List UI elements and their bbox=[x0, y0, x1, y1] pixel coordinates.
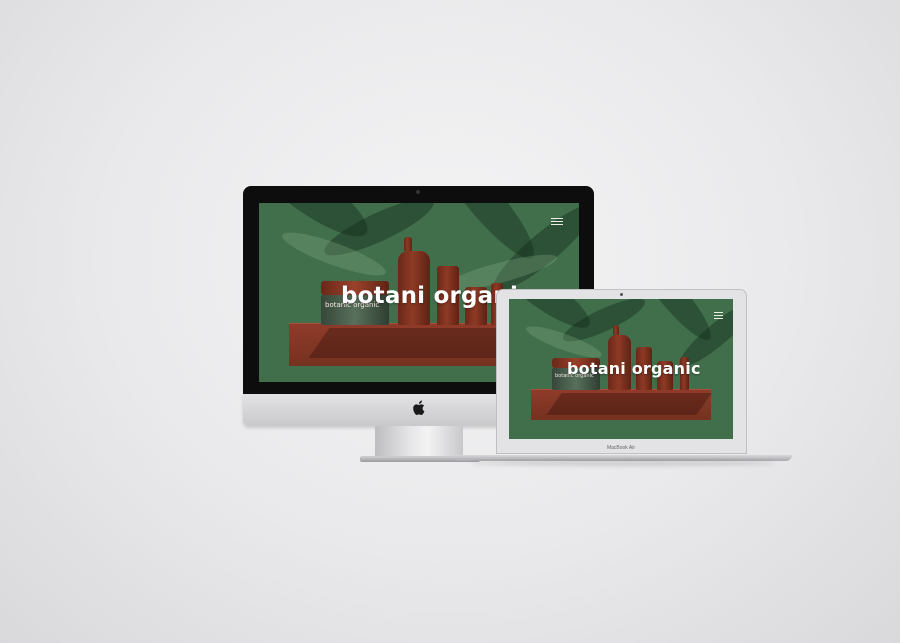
website-hero: botanic organic botani organic bbox=[509, 299, 733, 439]
imac-stand bbox=[375, 426, 463, 458]
macbook-shadow bbox=[470, 460, 775, 466]
bottle-cap bbox=[613, 325, 619, 335]
macbook-model-label: MacBook Air bbox=[606, 445, 636, 451]
brand-title: botani organic bbox=[567, 359, 701, 378]
hamburger-menu-icon[interactable] bbox=[551, 218, 563, 227]
apple-logo-icon bbox=[411, 400, 427, 418]
shelf-shadow bbox=[546, 393, 712, 415]
mockup-scene: { "hero": { "brand_title": "botani organ… bbox=[0, 0, 900, 643]
hamburger-menu-icon[interactable] bbox=[714, 312, 723, 321]
macbook-screen: botanic organic botani organic bbox=[509, 299, 733, 439]
imac-camera bbox=[416, 190, 420, 194]
bottle-cap bbox=[404, 237, 412, 251]
macbook-camera bbox=[620, 293, 623, 296]
